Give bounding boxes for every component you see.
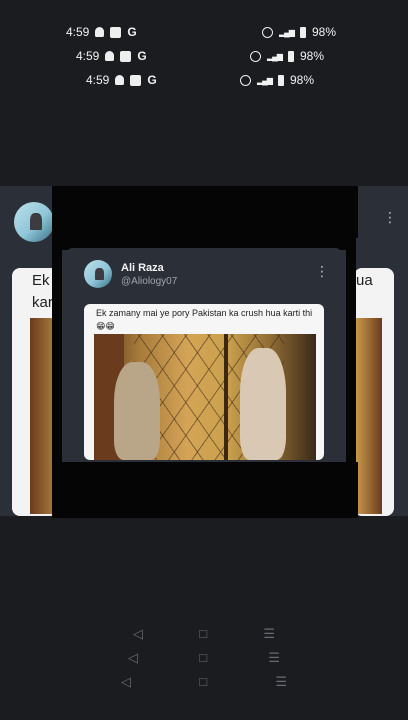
- clock-text: 4:59: [86, 73, 110, 87]
- right-fragment-text: ua: [356, 272, 373, 289]
- battery-icon: [277, 74, 284, 86]
- google-icon: G: [127, 25, 137, 39]
- tweet-caption: Ek zamany mai ye pory Pakistan ka crush …: [96, 308, 313, 331]
- signal-icon: ▂▄▆: [266, 51, 283, 61]
- navigation-bar: ◁ □ ☰: [128, 650, 280, 666]
- tweet-author-handle[interactable]: @Aliology07: [121, 276, 177, 287]
- alarm-icon: [239, 74, 251, 86]
- tweet-photo[interactable]: [94, 334, 316, 460]
- home-button[interactable]: □: [199, 650, 207, 666]
- photo-window-frame: [224, 334, 228, 460]
- v-app-icon: [120, 50, 132, 62]
- signal-icon: ▂▄▆: [256, 75, 273, 85]
- more-options-icon[interactable]: ⋮: [315, 264, 329, 278]
- home-button[interactable]: □: [199, 674, 207, 690]
- v-app-icon: [110, 26, 122, 38]
- battery-text: 98%: [289, 73, 314, 87]
- right-photo-fragment: [356, 318, 382, 514]
- back-button[interactable]: ◁: [128, 650, 138, 666]
- clock-text: 4:59: [66, 25, 90, 39]
- status-bar: 4:59 G ▂▄▆ 98%: [86, 72, 314, 88]
- photo-person-right: [240, 348, 286, 460]
- alarm-icon: [261, 26, 273, 38]
- home-button[interactable]: □: [199, 626, 207, 642]
- tweet-card[interactable]: Ali Raza @Aliology07 ⋮ Ek zamany mai ye …: [68, 248, 340, 460]
- tweet-author-name[interactable]: Ali Raza: [121, 262, 164, 274]
- background-image-card-right: ua: [354, 268, 394, 516]
- navigation-bar: ◁ □ ☰: [121, 674, 287, 690]
- battery-icon: [299, 26, 306, 38]
- overlay-band: [52, 230, 62, 470]
- snapchat-icon: [105, 51, 115, 61]
- status-bar: 4:59 G ▂▄▆ 98%: [76, 48, 324, 64]
- clock-text: 4:59: [76, 49, 100, 63]
- google-icon: G: [147, 73, 157, 87]
- back-button[interactable]: ◁: [121, 674, 131, 690]
- battery-text: 98%: [311, 25, 336, 39]
- more-options-icon[interactable]: ⋮: [383, 210, 397, 224]
- battery-icon: [287, 50, 294, 62]
- google-icon: G: [137, 49, 147, 63]
- signal-icon: ▂▄▆: [278, 27, 295, 37]
- status-bar: 4:59 G ▂▄▆ 98%: [66, 24, 336, 40]
- recents-button[interactable]: ☰: [263, 626, 275, 642]
- recents-button[interactable]: ☰: [268, 650, 280, 666]
- recents-button[interactable]: ☰: [275, 674, 287, 690]
- overlay-band: [60, 230, 348, 250]
- v-app-icon: [130, 74, 142, 86]
- overlay-band: [52, 462, 358, 518]
- left-fragment-text-2: kar: [32, 294, 53, 311]
- avatar[interactable]: [84, 260, 112, 288]
- left-photo-fragment: [30, 318, 54, 514]
- photo-person-left: [114, 362, 160, 460]
- back-button[interactable]: ◁: [133, 626, 143, 642]
- alarm-icon: [249, 50, 261, 62]
- battery-text: 98%: [299, 49, 324, 63]
- snapchat-icon: [115, 75, 125, 85]
- left-fragment-text-1: Ek: [32, 272, 50, 289]
- tweet-media-card[interactable]: Ek zamany mai ye pory Pakistan ka crush …: [84, 304, 324, 460]
- snapchat-icon: [95, 27, 105, 37]
- overlay-band: [346, 230, 356, 470]
- avatar-ghost: [14, 202, 54, 242]
- navigation-bar: ◁ □ ☰: [133, 626, 275, 642]
